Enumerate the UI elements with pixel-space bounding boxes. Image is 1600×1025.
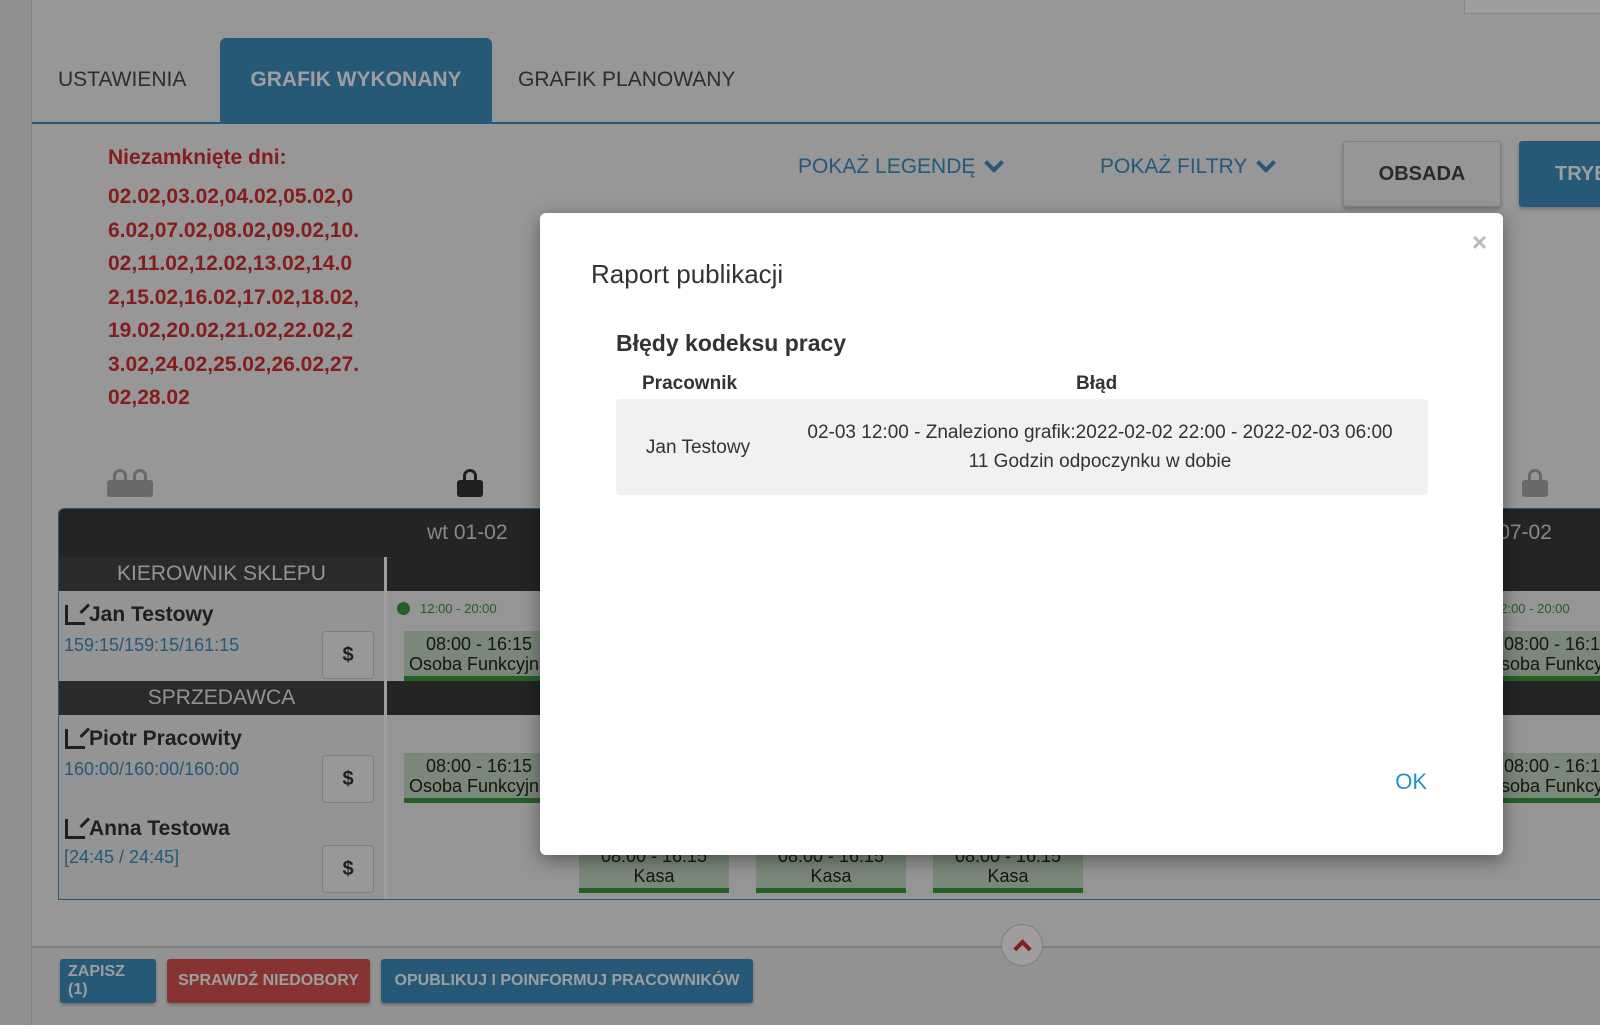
column-header-worker: Pracownik: [642, 373, 738, 394]
error-description: 02-03 12:00 - Znaleziono grafik:2022-02-…: [807, 422, 1393, 472]
modal-title: Raport publikacji: [591, 259, 784, 289]
modal-subtitle: Błędy kodeksu pracy: [616, 330, 847, 356]
error-worker: Jan Testowy: [645, 436, 751, 458]
error-row: Jan Testowy 02-03 12:00 - Znaleziono gra…: [616, 399, 1428, 495]
close-icon[interactable]: ×: [1472, 227, 1487, 258]
publication-report-modal: × Raport publikacji Błędy kodeksu pracy …: [540, 213, 1503, 855]
ok-button[interactable]: OK: [1395, 769, 1427, 795]
column-header-error: Błąd: [1076, 373, 1118, 394]
